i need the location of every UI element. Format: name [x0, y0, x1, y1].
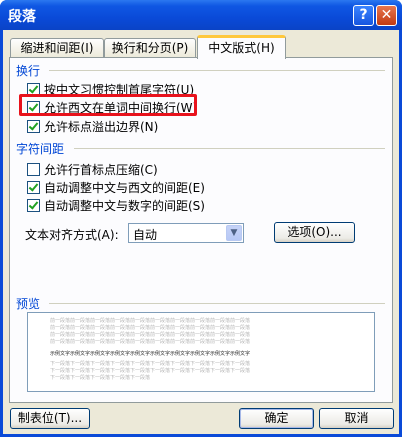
preview-next-line: 下一段落下一段落下一段落下一段落下一段落下一段落下一段落下一段落下一段落下一段落 [50, 368, 251, 374]
preview-section-title: 预览 [16, 297, 41, 311]
preview-next-line: 下一段落下一段落下一段落下一段落下一段落 [50, 375, 151, 381]
preview-next-line: 下一段落下一段落下一段落下一段落下一段落下一段落下一段落下一段落下一段落下一段落 [50, 361, 251, 367]
tab-asian-typography[interactable]: 中文版式(H) [197, 35, 286, 59]
checkbox-checked-icon[interactable] [27, 181, 40, 194]
checkbox-checked-icon[interactable] [27, 120, 40, 133]
spacing-section-divider [74, 148, 385, 149]
chk-space-asian-number-label: 自动调整中文与数字的间距(S) [44, 199, 205, 213]
dialog-body: 缩进和间距(I) 换行和分页(P) 中文版式(H) 换行 按中文习惯控制首尾字符… [3, 30, 399, 434]
tab-indent-spacing[interactable]: 缩进和间距(I) [10, 38, 104, 58]
chk-compress-punct[interactable]: 允许行首标点压缩(C) [27, 161, 158, 178]
preview-section-divider [49, 303, 385, 304]
title-bar[interactable]: 段落 ? ✕ [0, 0, 402, 30]
chk-space-asian-latin-label: 自动调整中文与西文的间距(E) [44, 181, 205, 195]
tab-line-page-breaks[interactable]: 换行和分页(P) [104, 38, 196, 58]
checkbox-checked-icon[interactable] [27, 199, 40, 212]
wrap-section-divider [49, 70, 385, 71]
chk-space-asian-latin[interactable]: 自动调整中文与西文的间距(E) [27, 179, 205, 196]
preview-prev-line: 前一段落前一段落前一段落前一段落前一段落前一段落前一段落前一段落前一段落前一段落 [50, 339, 251, 345]
ok-button[interactable]: 确定 [239, 408, 314, 429]
red-highlight-annotation [19, 94, 197, 116]
text-align-value: 自动 [133, 228, 158, 242]
chk-allow-hanging-punct-label: 允许标点溢出边界(N) [44, 120, 159, 134]
preview-prev-line: 前一段落前一段落前一段落前一段落前一段落前一段落前一段落前一段落前一段落前一段落 [50, 325, 251, 331]
spacing-section-title: 字符间距 [16, 142, 65, 156]
help-button[interactable]: ? [353, 5, 374, 26]
chk-compress-punct-label: 允许行首标点压缩(C) [44, 163, 158, 177]
cancel-button[interactable]: 取消 [319, 408, 394, 429]
window-title: 段落 [8, 9, 36, 25]
chevron-down-icon[interactable]: ▼ [226, 225, 242, 241]
chk-allow-hanging-punct[interactable]: 允许标点溢出边界(N) [27, 118, 158, 135]
wrap-section-title: 换行 [16, 64, 41, 78]
preview-prev-line: 前一段落前一段落前一段落前一段落前一段落前一段落前一段落前一段落前一段落前一段落 [50, 332, 251, 338]
preview-sample-line: 示例文字示例文字示例文字示例文字示例文字示例文字示例文字示例文字示例文字示例文字 [50, 351, 251, 357]
checkbox-unchecked-icon[interactable] [27, 163, 40, 176]
text-align-select[interactable]: 自动 ▼ [128, 223, 244, 243]
chk-space-asian-number[interactable]: 自动调整中文与数字的间距(S) [27, 197, 205, 214]
close-button[interactable]: ✕ [376, 5, 397, 26]
dialog-window: 段落 ? ✕ 缩进和间距(I) 换行和分页(P) 中文版式(H) 换行 按中文习… [0, 0, 402, 437]
tab-stops-button[interactable]: 制表位(T)... [10, 408, 90, 429]
options-button[interactable]: 选项(O)... [274, 222, 355, 243]
preview-prev-line: 前一段落前一段落前一段落前一段落前一段落前一段落前一段落前一段落前一段落前一段落 [50, 318, 251, 324]
text-align-label: 文本对齐方式(A): [25, 228, 119, 242]
preview-box: 前一段落前一段落前一段落前一段落前一段落前一段落前一段落前一段落前一段落前一段落… [27, 312, 375, 392]
